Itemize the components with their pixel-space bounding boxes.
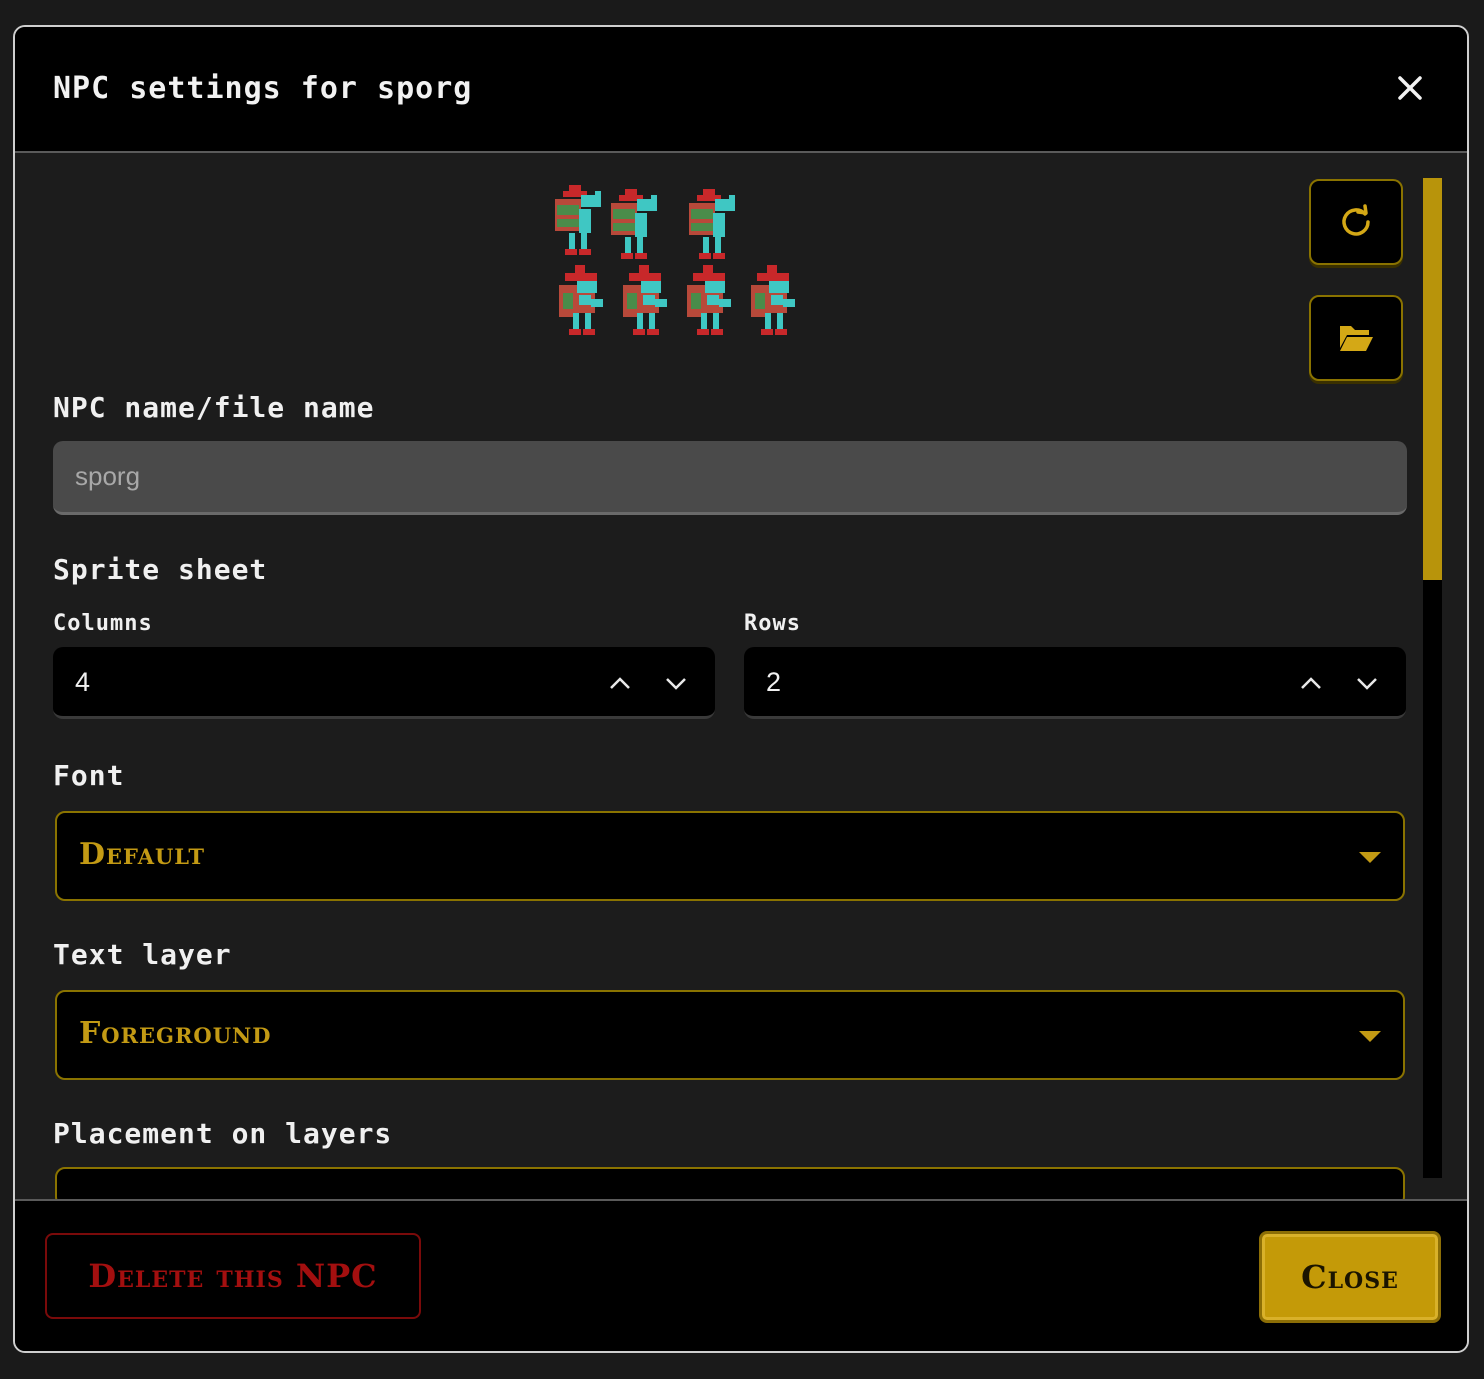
chevron-up-icon[interactable]	[1297, 669, 1325, 697]
rows-stepper[interactable]: 2	[744, 647, 1406, 719]
font-label: Font	[53, 759, 125, 792]
dialog-title: NPC settings for sporg	[53, 71, 473, 106]
close-button[interactable]: Close	[1259, 1231, 1441, 1323]
chevron-down-icon[interactable]	[662, 669, 690, 697]
placement-label: Placement on layers	[53, 1117, 393, 1150]
rows-label: Rows	[744, 611, 801, 636]
chevron-down-icon[interactable]	[1353, 669, 1381, 697]
open-folder-button[interactable]	[1309, 295, 1403, 381]
text-layer-select-value: Foreground	[79, 1016, 272, 1051]
dialog-header: NPC settings for sporg	[15, 27, 1467, 153]
npc-settings-dialog: NPC settings for sporg NPC name/file nam…	[13, 25, 1469, 1353]
reload-button[interactable]	[1309, 179, 1403, 265]
rows-value: 2	[766, 667, 782, 697]
columns-stepper[interactable]: 4	[53, 647, 715, 719]
text-layer-select[interactable]: Foreground	[55, 990, 1405, 1080]
dialog-body: NPC name/file name Sprite sheet Columns …	[15, 155, 1467, 1201]
npc-sprite-frame	[623, 265, 667, 335]
sprite-sheet-heading: Sprite sheet	[53, 553, 268, 586]
npc-sprite-frame	[687, 265, 731, 335]
npc-sprite-frame	[611, 189, 657, 259]
npc-name-input[interactable]	[53, 441, 1407, 515]
npc-sprite-frame	[555, 185, 601, 255]
folder-open-icon	[1340, 326, 1373, 351]
caret-down-icon	[1359, 852, 1381, 863]
name-field-label: NPC name/file name	[53, 391, 375, 424]
columns-label: Columns	[53, 611, 153, 636]
caret-down-icon	[1359, 1031, 1381, 1042]
font-select[interactable]: Default	[55, 811, 1405, 901]
chevron-up-icon[interactable]	[606, 669, 634, 697]
sprite-preview	[545, 185, 805, 345]
delete-npc-button[interactable]: Delete this NPC	[45, 1233, 421, 1319]
npc-sprite-frame	[559, 265, 603, 335]
close-icon[interactable]	[1393, 71, 1427, 105]
columns-value: 4	[75, 667, 91, 697]
refresh-icon	[1342, 204, 1370, 236]
npc-sprite-frame	[689, 189, 735, 259]
scrollbar-thumb[interactable]	[1423, 178, 1442, 580]
font-select-value: Default	[79, 837, 205, 872]
npc-sprite-frame	[751, 265, 795, 335]
text-layer-label: Text layer	[53, 938, 232, 971]
scrollbar[interactable]	[1423, 178, 1442, 1178]
dialog-footer: Delete this NPC Close	[15, 1199, 1467, 1351]
placement-select[interactable]	[55, 1167, 1405, 1201]
